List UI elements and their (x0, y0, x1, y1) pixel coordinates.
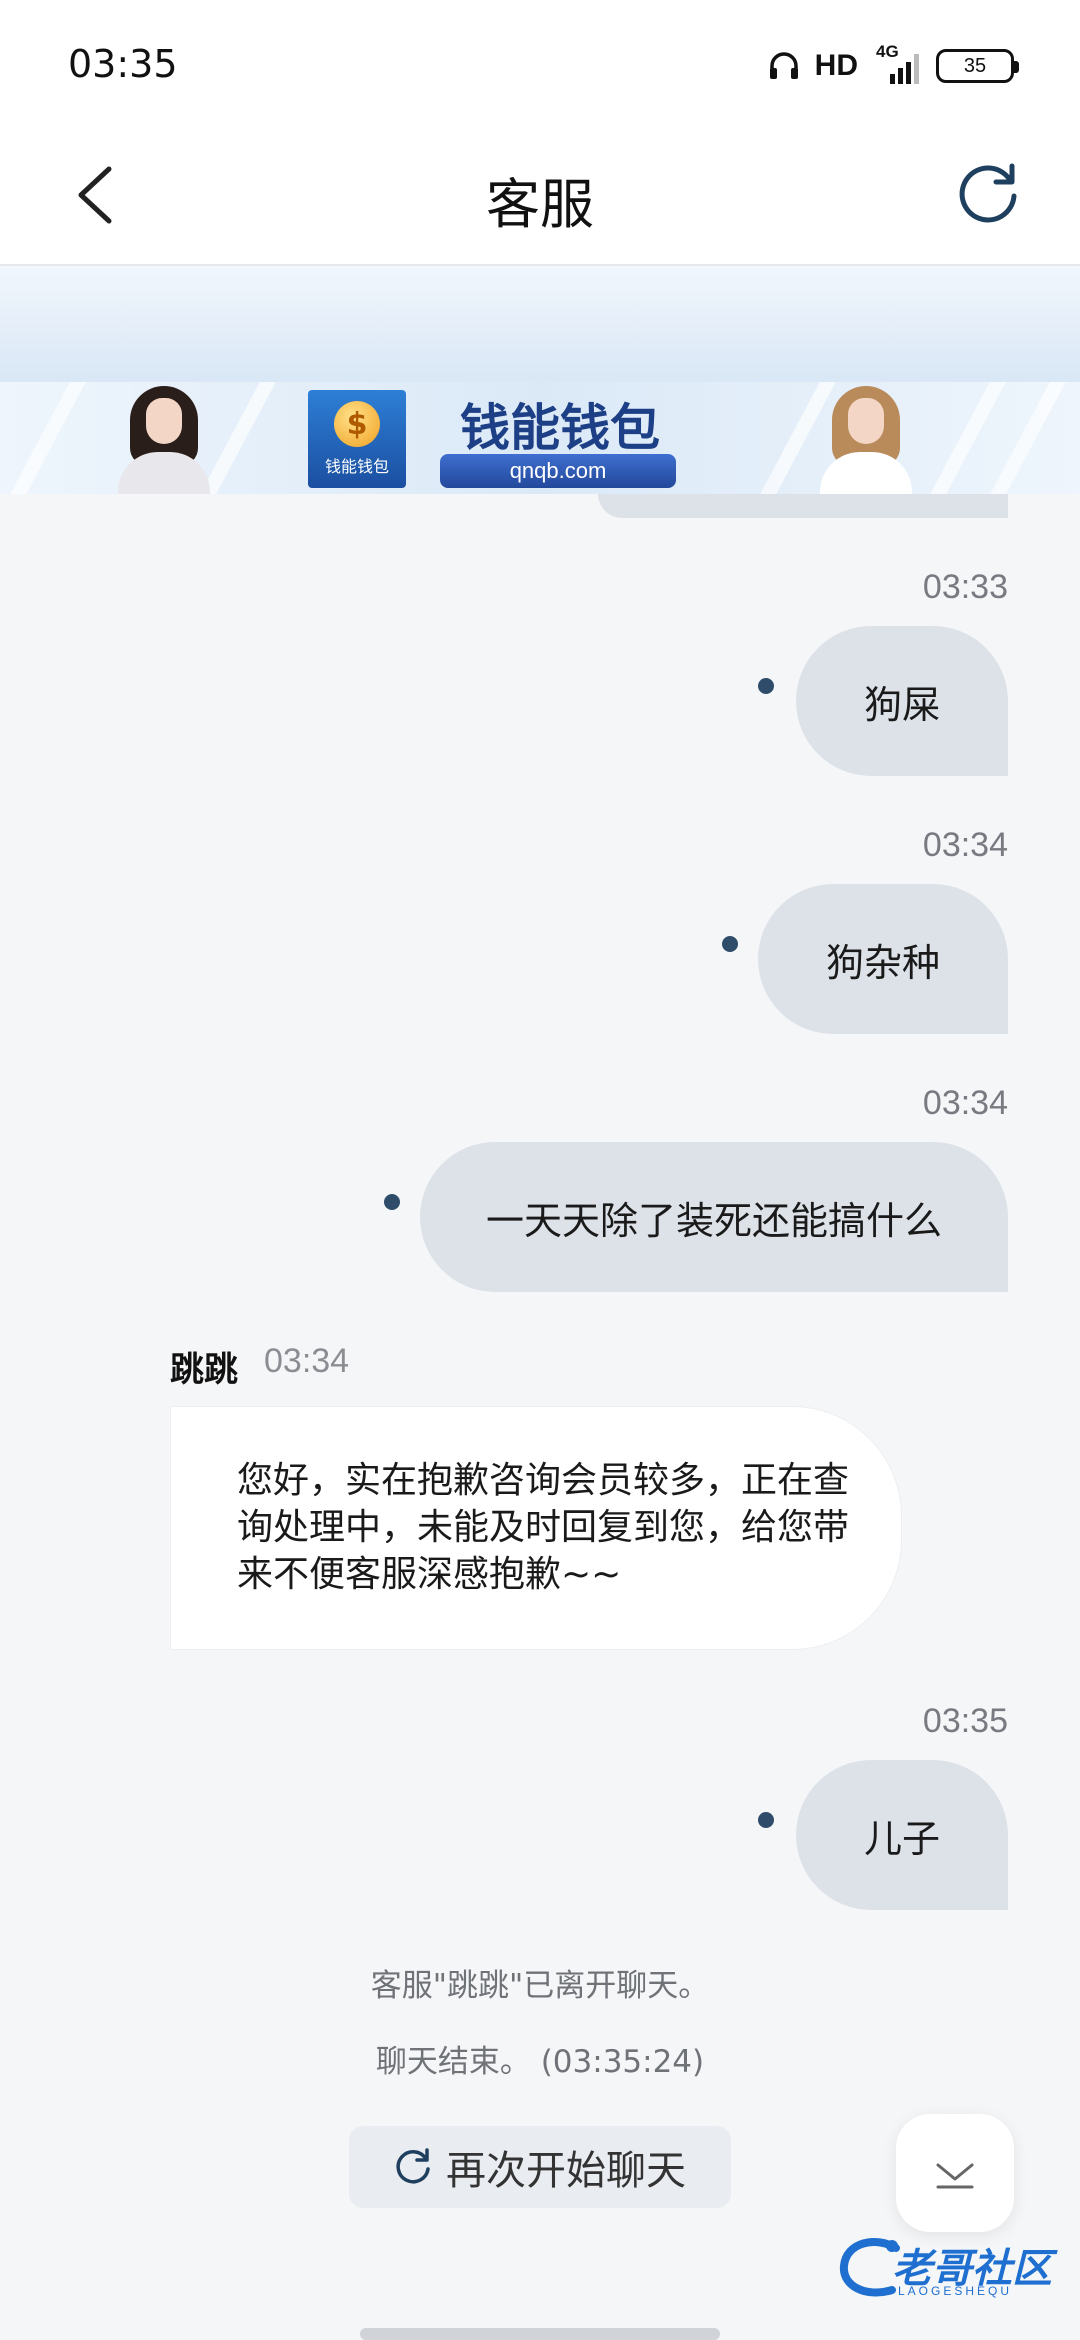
watermark-logo: 老哥社区 LAOGESHEQU (836, 2232, 1064, 2304)
banner-stripe (990, 382, 1066, 494)
restart-chat-button[interactable]: 再次开始聊天 (349, 2126, 731, 2208)
system-message-chat-ended: 聊天结束。 (03:35:24) (375, 2044, 705, 2080)
previous-message-bubble (598, 494, 1008, 518)
read-status-dot (758, 1812, 774, 1828)
message-time: 03:33 (922, 568, 1008, 606)
ad-model-image-left (108, 382, 220, 494)
status-icons: HD 4G 35 (767, 42, 1019, 88)
agent-name: 跳跳 (170, 1350, 238, 1390)
chat-area[interactable]: 03:33 狗屎 03:34 狗杂种 03:34 一天天除了装死还能搞什么 跳跳… (0, 494, 1080, 2340)
ad-logo: $ 钱能钱包 (308, 390, 406, 488)
ad-title: 钱能钱包 (460, 398, 660, 457)
message-time: 03:34 (922, 826, 1008, 864)
battery-icon: 35 (936, 49, 1019, 83)
incoming-message[interactable]: 您好，实在抱歉咨询会员较多，正在查询处理中，未能及时回复到您，给您带来不便客服深… (170, 1406, 902, 1650)
ad-model-image-right (810, 382, 922, 494)
home-indicator[interactable] (360, 2328, 720, 2340)
message-time: 03:34 (264, 1342, 350, 1380)
outgoing-message[interactable]: 狗屎 (796, 626, 1008, 776)
battery-level: 35 (963, 54, 987, 77)
chevron-down-icon (936, 2163, 974, 2189)
message-time: 03:35 (922, 1702, 1008, 1740)
top-bar: 客服 (0, 130, 1080, 266)
banner-background (0, 266, 1080, 382)
ad-url: qnqb.com (440, 454, 676, 488)
watermark-subtext: LAOGESHEQU (898, 2284, 1013, 2298)
scroll-to-bottom-button[interactable] (896, 2114, 1014, 2232)
signal-icon: 4G (872, 42, 922, 86)
refresh-icon (396, 2148, 430, 2184)
outgoing-message[interactable]: 狗杂种 (758, 884, 1008, 1034)
refresh-icon (959, 163, 1017, 223)
status-time: 03:35 (68, 42, 178, 86)
read-status-dot (384, 1194, 400, 1210)
outgoing-message[interactable]: 一天天除了装死还能搞什么 (420, 1142, 1008, 1292)
banner-stripe (930, 382, 1006, 494)
ad-banner[interactable]: $ 钱能钱包 钱能钱包 qnqb.com (0, 382, 1080, 494)
headphones-icon (767, 49, 801, 83)
restart-chat-label: 再次开始聊天 (446, 2148, 686, 2194)
chat-screen: 03:35 HD 4G 35 客服 $ 钱能钱包 钱能钱包 qnqb.com 0… (0, 0, 1080, 2340)
coin-icon: $ (334, 401, 380, 447)
outgoing-message[interactable]: 儿子 (796, 1760, 1008, 1910)
refresh-button[interactable] (944, 148, 1034, 238)
banner-stripe (10, 382, 86, 494)
system-message-agent-left: 客服"跳跳"已离开聊天。 (370, 1968, 710, 2004)
status-bar: 03:35 HD 4G 35 (0, 0, 1080, 130)
hd-voice-indicator: HD (814, 49, 858, 82)
read-status-dot (758, 678, 774, 694)
ad-logo-text: 钱能钱包 (324, 457, 389, 476)
read-status-dot (722, 936, 738, 952)
page-title: 客服 (486, 173, 594, 236)
message-time: 03:34 (922, 1084, 1008, 1122)
